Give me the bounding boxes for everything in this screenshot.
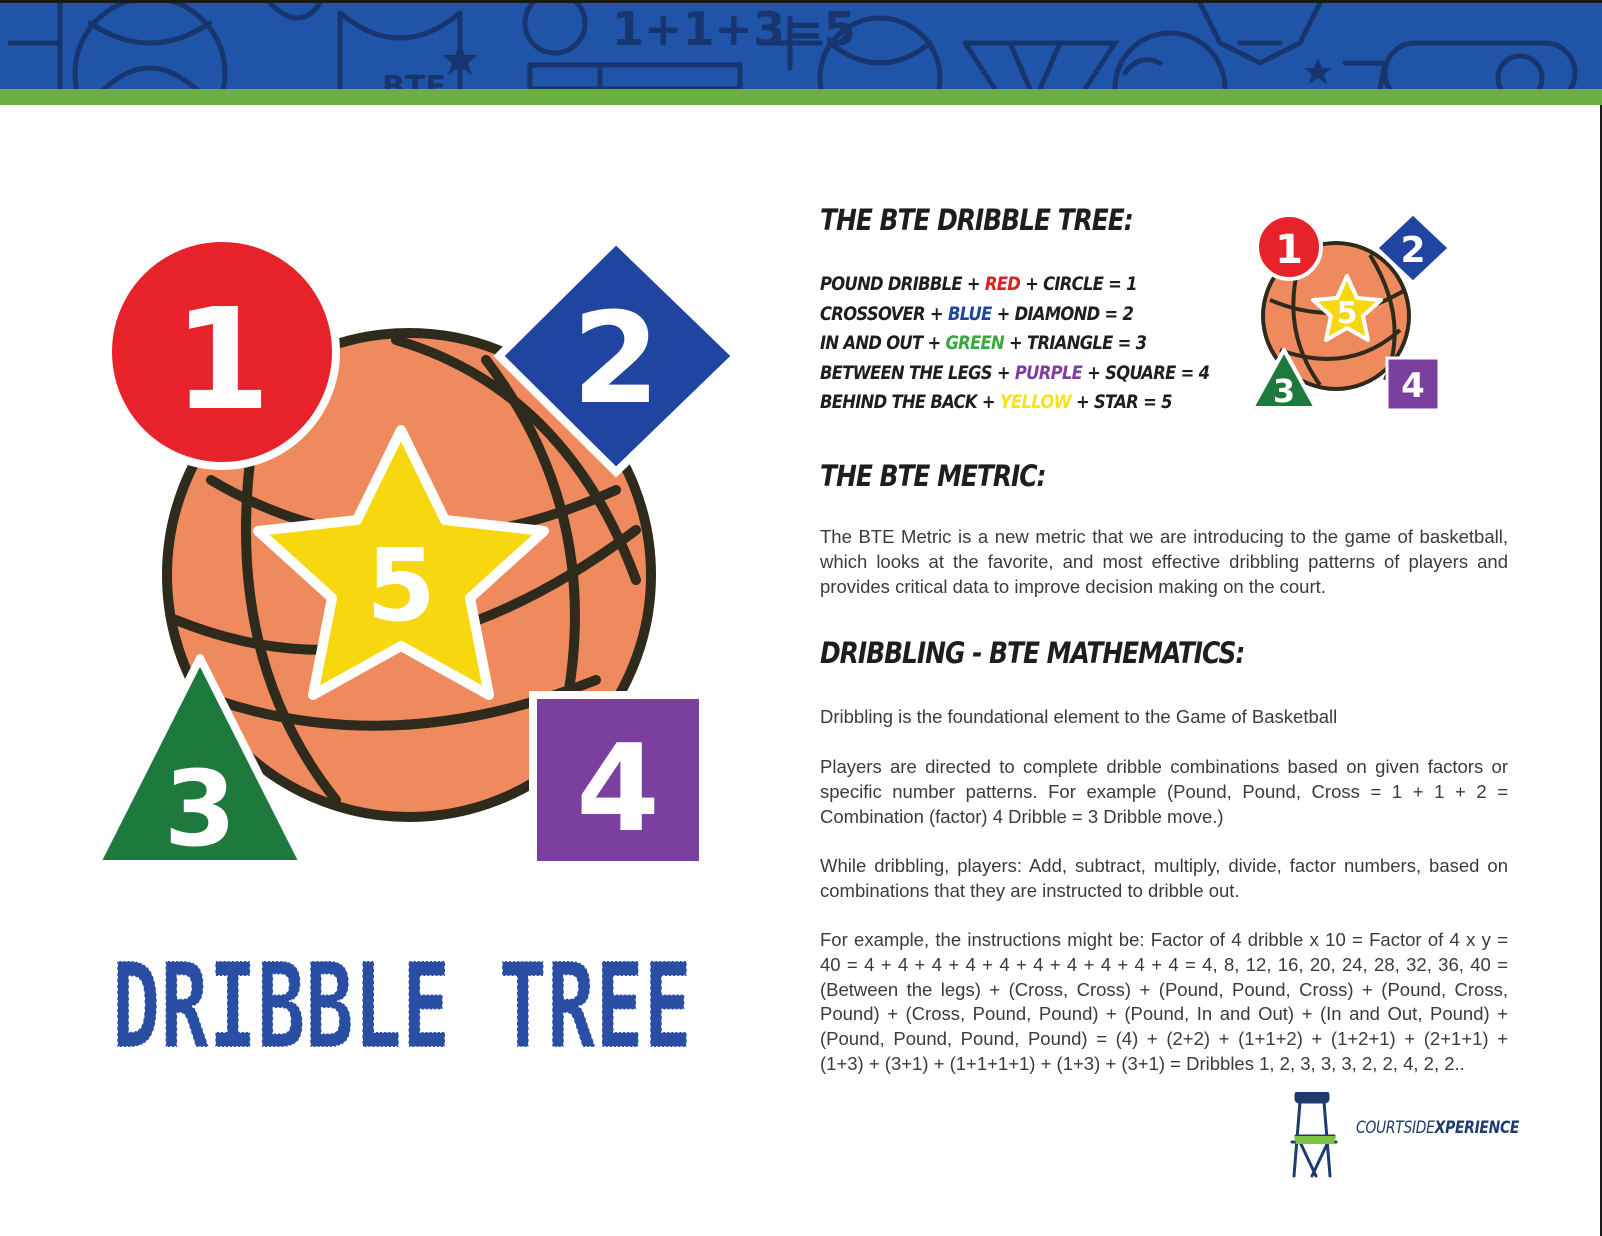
dribble-move-label: IN AND OUT + — [820, 332, 946, 354]
mini-diamond-number: 2 — [1400, 230, 1425, 271]
header-banner: 1+1+3=5 BTE — [0, 3, 1602, 89]
mathematics-combinations-text: Players are directed to complete dribble… — [820, 756, 1508, 827]
dribble-shape-value: + TRIANGLE = 3 — [1004, 332, 1147, 354]
logo-word-courtside: COURTSIDE — [1356, 1118, 1435, 1138]
dribble-shape-value: + STAR = 5 — [1070, 391, 1173, 413]
mathematics-example-text: For example, the instructions might be: … — [820, 929, 1508, 1074]
dribble-move-label: BETWEEN THE LEGS + — [820, 361, 1015, 384]
dribble-tree-row: BETWEEN THE LEGS + PURPLE + SQUARE = 4 — [820, 359, 1210, 389]
mini-circle-number: 1 — [1275, 227, 1303, 273]
dribble-tree-illustration: 1 2 5 3 4 — [96, 234, 742, 870]
dribble-color-word: PURPLE — [1014, 361, 1083, 384]
dribble-color-word: BLUE — [947, 302, 992, 325]
star-number: 5 — [366, 527, 436, 644]
chair-seat — [1294, 1136, 1336, 1144]
dribble-tree-row: POUND DRIBBLE + RED + CIRCLE = 1 — [820, 270, 1209, 300]
dribble-tree-heading: THE BTE DRIBBLE TREE: — [820, 203, 1134, 237]
dribble-move-label: POUND DRIBBLE + — [820, 273, 985, 295]
courtside-xperience-wordmark: COURTSIDEXPERIENCE — [1356, 1118, 1519, 1138]
dribble-tree-row: BEHIND THE BACK + YELLOW + STAR = 5 — [820, 388, 1209, 418]
dribble-move-label: BEHIND THE BACK + — [820, 391, 1000, 413]
mathematics-operations-text: While dribbling, players: Add, subtract,… — [820, 855, 1508, 901]
diamond-number: 2 — [572, 285, 660, 432]
bte-metric-heading: THE BTE METRIC: — [820, 459, 1047, 493]
bte-metric-text: The BTE Metric is a new metric that we a… — [820, 526, 1508, 597]
dribble-tree-row: CROSSOVER + BLUE + DIAMOND = 2 — [820, 300, 1209, 330]
mini-dribble-tree-illustration: 1 2 5 3 4 — [1250, 210, 1453, 412]
mathematics-intro-text: Dribbling is the foundational element to… — [820, 706, 1338, 727]
triangle-number: 3 — [164, 748, 236, 870]
folding-chair-icon — [1290, 1092, 1338, 1178]
dribble-shape-value: + SQUARE = 4 — [1082, 361, 1210, 384]
dribble-shape-value: + DIAMOND = 2 — [991, 302, 1134, 325]
dribble-tree-row: IN AND OUT + GREEN + TRIANGLE = 3 — [820, 329, 1209, 359]
logo-word-xperience: XPERIENCE — [1434, 1118, 1520, 1138]
banner-jersey-text: BTE — [382, 70, 446, 89]
dribble-color-word: GREEN — [945, 332, 1005, 354]
mini-triangle-number: 3 — [1273, 372, 1295, 410]
mini-star-number: 5 — [1337, 296, 1358, 331]
banner-equation: 1+1+3=5 — [612, 3, 856, 56]
banner-pattern: 1+1+3=5 BTE — [7, 3, 1578, 89]
dribble-move-label: CROSSOVER + — [820, 302, 948, 325]
dribble-color-word: RED — [984, 273, 1021, 295]
mini-square-number: 4 — [1401, 366, 1425, 406]
red-circle-shape: 1 — [104, 234, 340, 470]
dribble-tree-title: DRIBBLE TREE — [111, 955, 693, 1065]
bte-mathematics-heading: DRIBBLING - BTE MATHEMATICS: — [820, 636, 1245, 670]
green-stripe — [0, 89, 1602, 105]
dribble-color-word: YELLOW — [999, 391, 1072, 413]
dribble-shape-value: + CIRCLE = 1 — [1020, 273, 1137, 295]
purple-square-shape: 4 — [529, 691, 707, 869]
dribble-tree-list: POUND DRIBBLE + RED + CIRCLE = 1 CROSSOVE… — [820, 270, 1273, 418]
circle-number: 1 — [173, 279, 270, 442]
square-number: 4 — [576, 720, 660, 859]
dribble-tree-title-text: DRIBBLE TREE — [112, 955, 692, 1065]
